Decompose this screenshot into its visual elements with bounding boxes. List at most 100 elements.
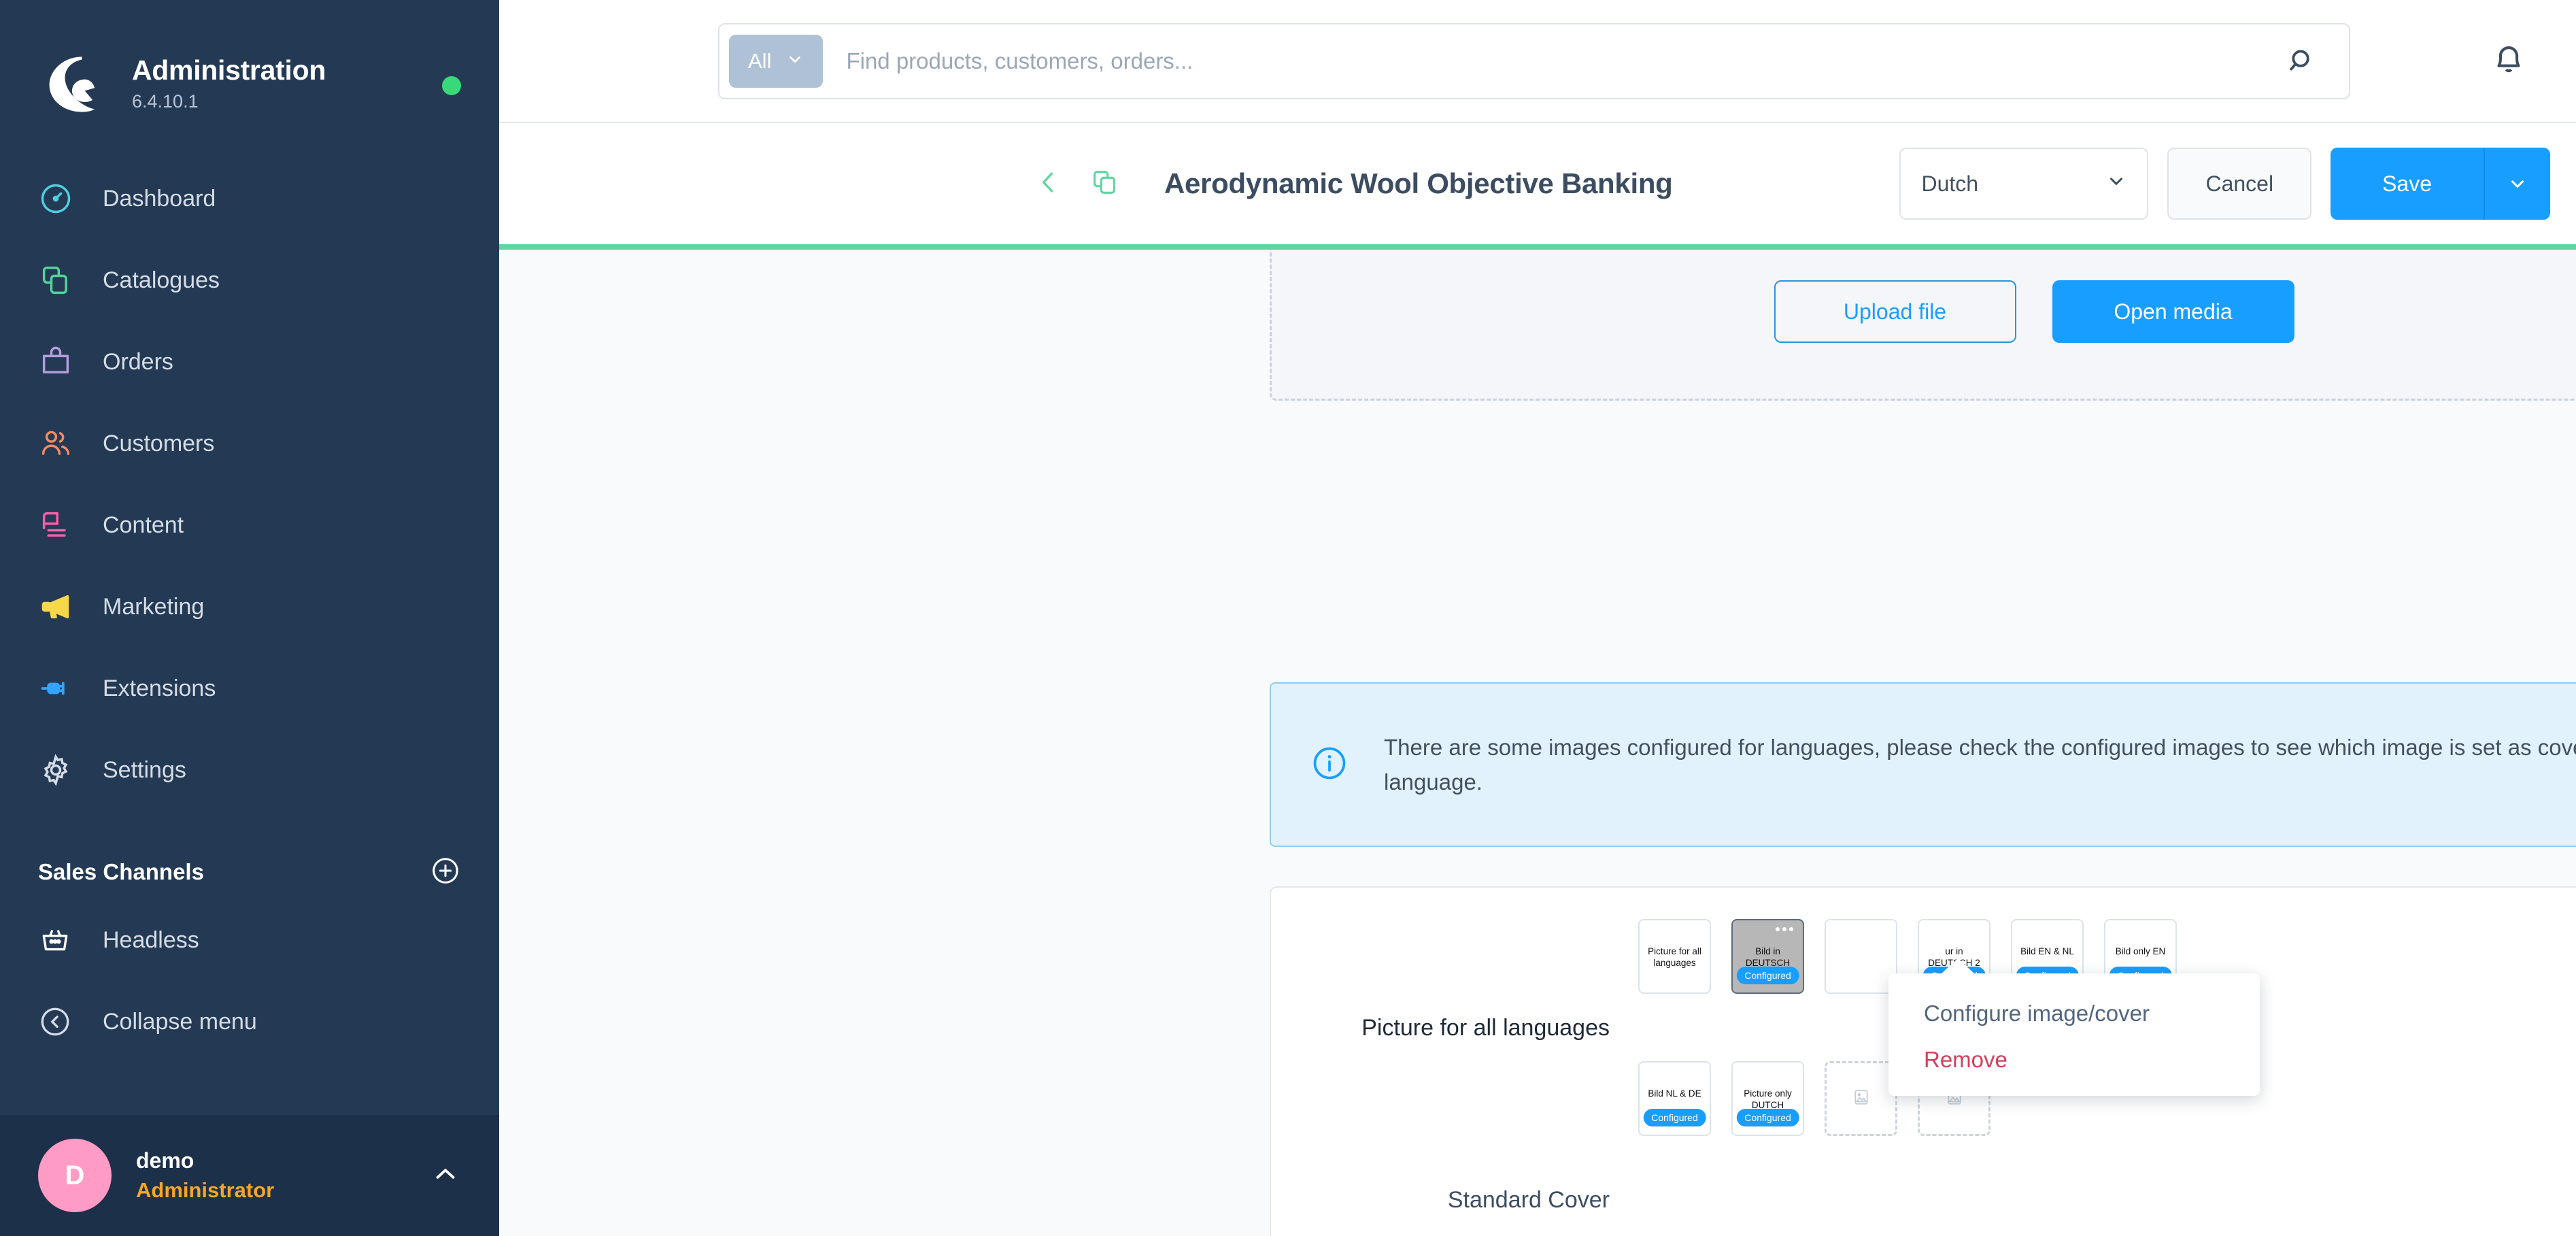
user-role: Administrator [136, 1178, 275, 1202]
info-alert-text: There are some images configured for lan… [1384, 734, 2576, 795]
row-label-all-languages: Picture for all languages [1361, 1015, 1610, 1041]
media-tile[interactable]: Picture for all languages [1638, 919, 1711, 994]
page-title: Aerodynamic Wool Objective Banking [1164, 167, 1673, 199]
main-region: All Find products, customers, orders... … [499, 0, 2576, 1236]
status-badge[interactable]: Configured [1736, 1109, 1799, 1127]
basket-icon [38, 923, 80, 957]
media-caption: Picture only DUTCH [1744, 1088, 1792, 1111]
media-caption: Bild NL & DE [1648, 1088, 1701, 1099]
language-select-value: Dutch [1921, 171, 1979, 196]
sidebar-item-label: Settings [103, 756, 186, 783]
status-badge[interactable]: Configured [1736, 967, 1799, 984]
bell-icon[interactable] [2489, 39, 2528, 82]
admin-app: Administration 6.4.10.1 Dashboard Catalo… [0, 0, 2576, 1236]
sidebar-item-content[interactable]: Content [0, 484, 499, 566]
content-list-icon [38, 507, 80, 543]
sidebar-collapse-menu[interactable]: Collapse menu [0, 981, 499, 1063]
sidebar-item-orders[interactable]: Orders [0, 321, 499, 403]
chevron-left-circle-icon [38, 1005, 80, 1039]
media-tile[interactable]: Bild NL & DE Configured [1638, 1061, 1711, 1137]
context-menu-remove[interactable]: Remove [1888, 1037, 2260, 1082]
sidebar-item-marketing[interactable]: Marketing [0, 566, 499, 648]
user-name: demo [136, 1148, 194, 1173]
sidebar-item-dashboard[interactable]: Dashboard [0, 158, 499, 239]
media-caption: Bild in DEUTSCH [1745, 946, 1791, 968]
media-upload-dropzone[interactable]: Upload file Open media [1270, 250, 2576, 401]
avatar: D [38, 1139, 112, 1212]
media-caption: Picture for all languages [1648, 946, 1701, 968]
catalogues-layers-icon [38, 263, 80, 298]
sidebar-item-label: Extensions [103, 675, 216, 701]
media-thumbnail: Picture only DUTCH Configured [1731, 1061, 1804, 1137]
media-tile-selected[interactable]: Bild in DEUTSCH Configured [1731, 919, 1804, 994]
customers-people-icon [38, 426, 80, 461]
sidebar-user-panel[interactable]: D demo Administrator [0, 1115, 499, 1236]
chevron-up-icon[interactable] [430, 1158, 461, 1193]
sidebar-brand[interactable]: Administration 6.4.10.1 [0, 0, 499, 136]
more-dots-icon[interactable] [1776, 927, 1793, 931]
chevron-left-icon[interactable] [1034, 167, 1064, 201]
settings-gear-icon [38, 752, 80, 788]
media-thumbnail [1825, 919, 1897, 994]
chevron-down-icon [2106, 171, 2126, 197]
sidebar-item-customers[interactable]: Customers [0, 403, 499, 484]
media-caption: Bild EN & NL [2020, 946, 2074, 956]
orders-bag-icon [38, 344, 80, 380]
sidebar-version: 6.4.10.1 [132, 91, 199, 112]
smart-bar: Aerodynamic Wool Objective Banking Dutch… [499, 123, 2576, 244]
image-placeholder-icon [1852, 1088, 1870, 1109]
sales-channels-label: Sales Channels [38, 859, 204, 884]
media-caption: Bild only EN [2115, 946, 2166, 956]
plus-circle-icon[interactable] [430, 855, 461, 890]
sidebar-item-headless[interactable]: Headless [0, 899, 499, 981]
context-menu-configure-image-cover[interactable]: Configure image/cover [1888, 991, 2260, 1036]
info-circle-icon [1310, 744, 1349, 786]
search-input[interactable] [846, 48, 2265, 74]
shopware-logo-icon [38, 48, 109, 119]
row-label-standard-cover: Standard Cover [1447, 1187, 1610, 1214]
status-badge[interactable]: Configured [1643, 1109, 1706, 1127]
media-tile[interactable]: Picture only DUTCH Configured [1731, 1061, 1804, 1137]
media-context-menu: Configure image/cover Remove [1888, 958, 2260, 1096]
media-tile-empty[interactable] [1825, 1061, 1897, 1137]
save-button[interactable]: Save [2331, 148, 2484, 220]
sidebar: Administration 6.4.10.1 Dashboard Catalo… [0, 0, 499, 1236]
language-select[interactable]: Dutch [1899, 148, 2149, 220]
sidebar-item-label: Content [103, 512, 184, 538]
sidebar-title: Administration [132, 54, 326, 86]
media-thumbnail: Picture for all languages [1638, 919, 1711, 994]
open-media-button[interactable]: Open media [2052, 280, 2294, 343]
search-scope-dropdown[interactable]: All [729, 34, 824, 88]
global-search: All [718, 22, 2350, 99]
content-area: Upload file Open media There are some im… [499, 250, 2576, 1236]
sidebar-item-extensions[interactable]: Extensions [0, 648, 499, 729]
sidebar-item-label: Marketing [103, 593, 205, 620]
save-button-group: Save [2331, 148, 2550, 220]
sidebar-item-label: Orders [103, 348, 173, 375]
search-scope-label: All [748, 48, 772, 73]
smart-bar-actions: Dutch Cancel Save [1899, 148, 2550, 220]
cancel-button[interactable]: Cancel [2167, 148, 2312, 220]
sidebar-item-catalogues[interactable]: Catalogues [0, 239, 499, 321]
sidebar-item-label: Catalogues [103, 267, 220, 293]
save-options-chevron-down-icon[interactable] [2484, 148, 2550, 220]
sidebar-item-label: Dashboard [103, 185, 216, 212]
info-alert: There are some images configured for lan… [1270, 682, 2576, 847]
status-indicator-dot [442, 76, 461, 95]
extensions-plug-icon [38, 671, 80, 706]
accent-divider [499, 244, 2576, 250]
media-tile[interactable] [1825, 919, 1897, 994]
media-thumbnail-empty [1825, 1061, 1897, 1137]
sidebar-item-label: Headless [103, 926, 199, 953]
sidebar-collapse-label: Collapse menu [103, 1008, 257, 1035]
search-icon[interactable] [2265, 46, 2339, 77]
upload-file-button[interactable]: Upload file [1774, 280, 2016, 343]
top-search-bar: All [499, 0, 2576, 123]
sidebar-item-settings[interactable]: Settings [0, 729, 499, 811]
media-thumbnail: Bild in DEUTSCH Configured [1731, 919, 1804, 994]
marketing-megaphone-icon [38, 589, 80, 624]
media-thumbnail: Bild NL & DE Configured [1638, 1061, 1711, 1137]
chevron-down-icon [786, 49, 804, 73]
duplicate-icon[interactable] [1089, 167, 1121, 201]
sidebar-section-sales-channels: Sales Channels [0, 845, 499, 899]
